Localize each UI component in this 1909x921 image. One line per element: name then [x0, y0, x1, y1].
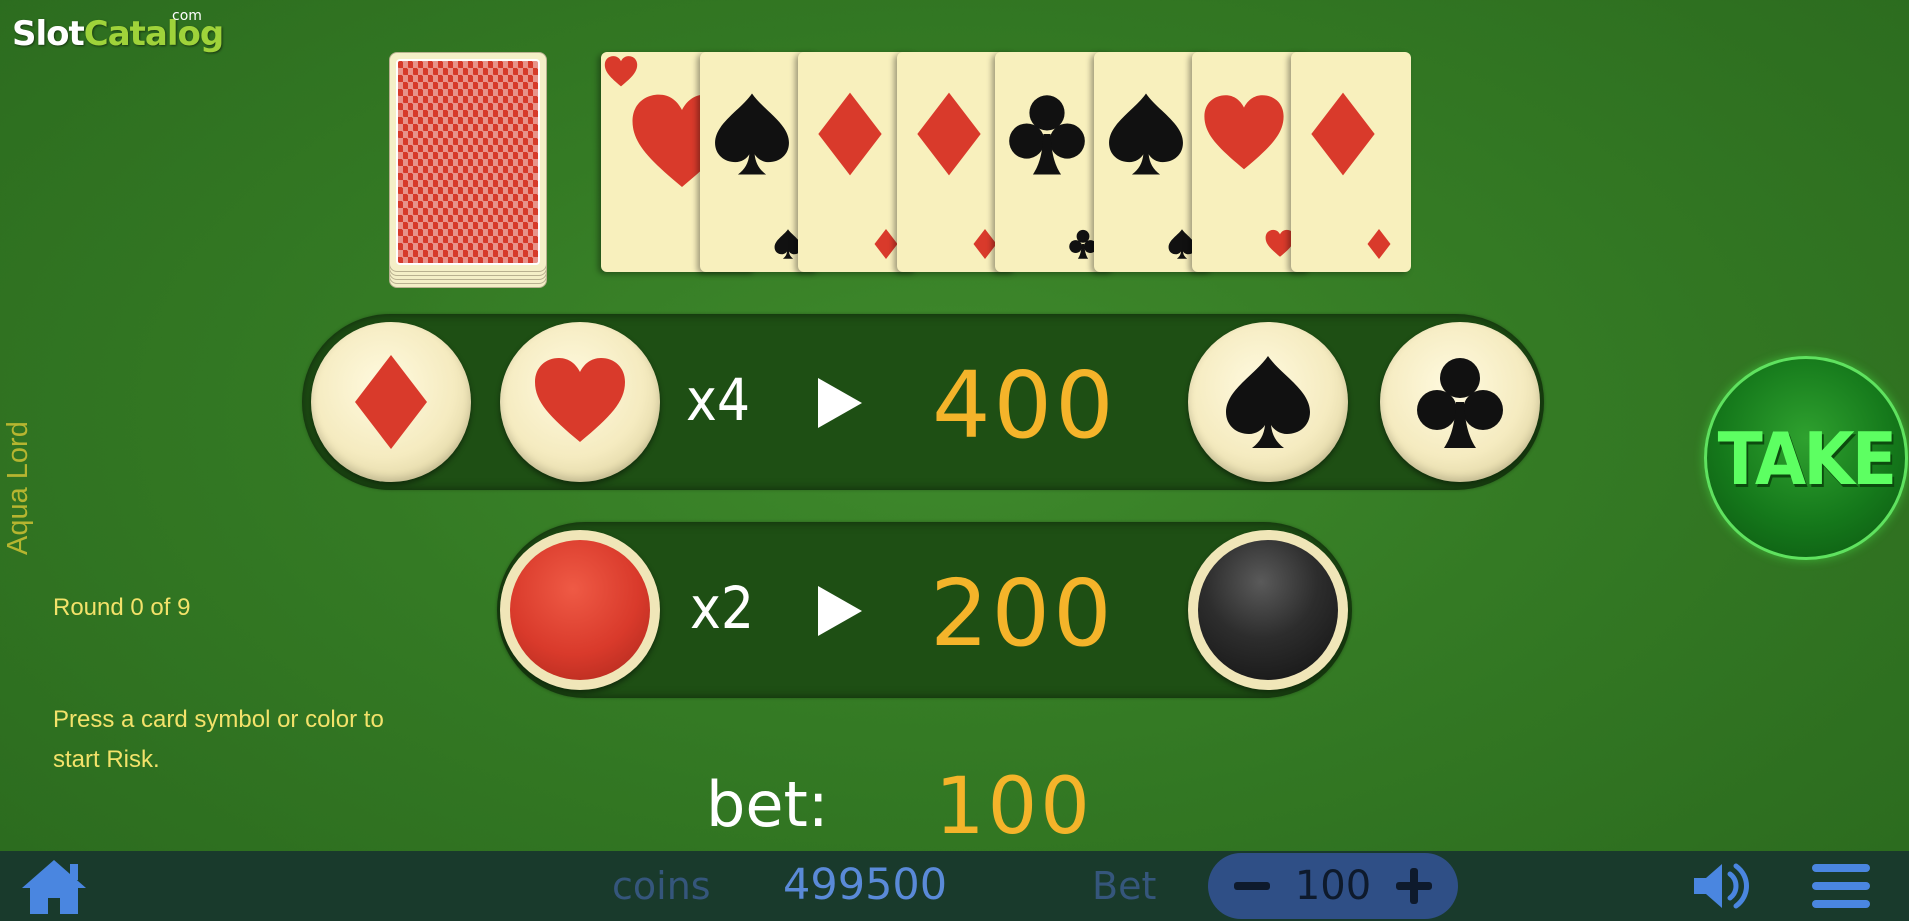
club-icon — [1003, 90, 1091, 178]
sound-button[interactable] — [1688, 856, 1754, 916]
bet-stepper-value: 100 — [1294, 863, 1372, 909]
coins-label: coins — [612, 864, 711, 908]
hamburger-menu-icon — [1812, 864, 1870, 908]
spade-icon — [708, 90, 796, 178]
bet-toolbar-label: Bet — [1092, 864, 1157, 908]
history-card-diamonds — [1290, 52, 1411, 272]
spades-button[interactable] — [1188, 322, 1348, 482]
spade-icon — [1102, 90, 1190, 178]
bet-amount: 100 — [935, 762, 1093, 852]
take-button[interactable]: TAKE — [1704, 356, 1908, 560]
arrow-icon — [818, 586, 862, 636]
red-ball-icon — [510, 540, 650, 680]
heart-icon — [530, 352, 630, 452]
black-button[interactable] — [1188, 530, 1348, 690]
spade-icon — [1218, 352, 1318, 452]
heart-icon — [603, 54, 639, 90]
bet-label: bet: — [706, 768, 829, 841]
diamond-icon — [806, 90, 894, 178]
bet-stepper: 100 — [1208, 853, 1458, 919]
speaker-icon — [1694, 863, 1749, 909]
hearts-button[interactable] — [500, 322, 660, 482]
diamond-icon — [1363, 228, 1395, 260]
heart-icon — [1200, 90, 1288, 178]
arrow-icon — [818, 378, 862, 428]
game-title: Aqua Lord — [2, 421, 34, 555]
diamond-icon — [1299, 90, 1387, 178]
black-ball-icon — [1198, 540, 1338, 680]
minus-icon — [1234, 882, 1270, 890]
red-button[interactable] — [500, 530, 660, 690]
plus-icon — [1396, 868, 1432, 904]
slotcatalog-logo: SlotCatalog com — [12, 8, 224, 54]
suit-multiplier: x4 — [686, 366, 751, 434]
diamonds-button[interactable] — [311, 322, 471, 482]
suit-bet-bar — [302, 314, 1544, 490]
card-deck — [389, 52, 547, 292]
coins-balance: 499500 — [783, 860, 948, 910]
diamond-icon — [341, 352, 441, 452]
card-back — [396, 59, 540, 265]
menu-button[interactable] — [1810, 858, 1872, 914]
club-icon — [1410, 352, 1510, 452]
increase-bet-button[interactable] — [1384, 853, 1444, 919]
decrease-bet-button[interactable] — [1222, 853, 1282, 919]
bottom-toolbar — [0, 851, 1909, 921]
color-multiplier: x2 — [690, 574, 755, 642]
color-win-amount: 200 — [930, 560, 1115, 667]
home-button[interactable] — [18, 856, 90, 916]
suit-win-amount: 400 — [932, 352, 1117, 459]
round-counter: Round 0 of 9 — [53, 594, 191, 621]
home-icon — [22, 860, 86, 914]
risk-hint-text: Press a card symbol or color to start Ri… — [53, 706, 384, 773]
diamond-icon — [905, 90, 993, 178]
clubs-button[interactable] — [1380, 322, 1540, 482]
